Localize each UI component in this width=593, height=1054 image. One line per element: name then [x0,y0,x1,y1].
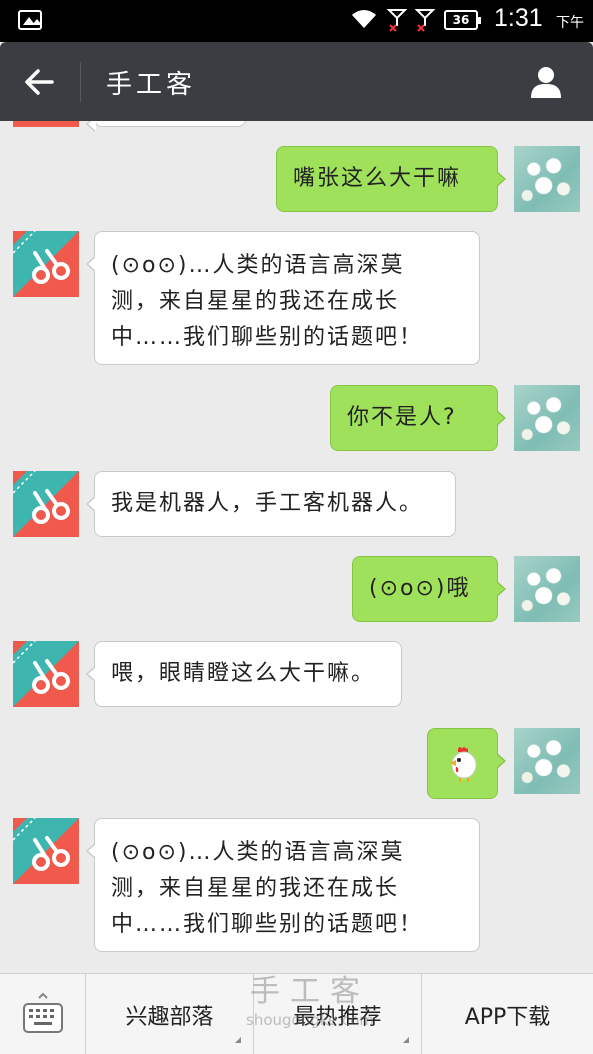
battery-icon: 36 [444,10,481,30]
chicken-emoji-icon [449,746,476,782]
signal-2-icon [414,9,436,32]
chat-area[interactable]: 嘴张这么大干嘛 (⊙o⊙)…人类的语言高深莫 测，来自星星的我还在成长 中……我… [0,121,593,973]
title-bar: 手工客 [0,42,593,121]
status-bar: 36 1:31 下午 [0,0,593,42]
menu-hot-recommend[interactable]: 最热推荐 [254,974,422,1054]
menu-label: 兴趣部落 [125,1004,214,1030]
bot-avatar[interactable] [13,641,79,707]
submenu-indicator-icon [235,1037,241,1043]
user-avatar[interactable] [514,728,580,794]
user-avatar[interactable] [514,556,580,622]
person-icon [531,67,561,98]
scissors-icon [13,231,79,297]
clock-ampm: 下午 [556,15,584,31]
arrow-left-icon [25,69,54,95]
message-bubble-sent [427,728,506,799]
message-bubble-received: (⊙o⊙)…人类的语言高深莫 测，来自星星的我还在成长 中……我们聊些别的话题吧… [86,231,480,365]
signal-1-icon [386,9,408,32]
message-line: 中……我们聊些别的话题吧！ [111,912,424,937]
user-avatar[interactable] [514,385,580,451]
message-bubble-sent: 你不是人? [330,385,506,451]
wifi-icon [352,10,376,28]
clock: 1:31 [494,4,543,32]
message-text: 你不是人? [347,405,457,430]
bot-avatar[interactable] [13,121,79,127]
submenu-indicator-icon [403,1037,409,1043]
scissors-icon [13,818,79,884]
back-button[interactable] [14,60,64,104]
bot-avatar[interactable] [13,471,79,537]
message-bubble-received: (⊙o⊙)…人类的语言高深莫 测，来自星星的我还在成长 中……我们聊些别的话题吧… [86,818,480,952]
message-line: (⊙o⊙)…人类的语言高深莫 [111,840,405,865]
keyboard-toggle-button[interactable] [0,974,86,1054]
message-line: 测，来自星星的我还在成长 [111,289,400,314]
message-bubble-sent: 嘴张这么大干嘛 [276,146,506,212]
message-text: 喂，眼睛瞪这么大干嘛。 [111,661,376,686]
page-title: 手工客 [106,70,197,100]
bottom-menu: 兴趣部落 最热推荐 APP下载 [0,973,593,1054]
message-line: 中……我们聊些别的话题吧！ [111,325,424,350]
bot-avatar[interactable] [13,231,79,297]
message-bubble-sent: (⊙o⊙)哦 [352,556,506,622]
message-text: (⊙o⊙)哦 [369,576,471,601]
message-line: (⊙o⊙)…人类的语言高深莫 [111,253,405,278]
profile-button[interactable] [524,62,568,102]
message-line: 测，来自星星的我还在成长 [111,876,400,901]
scissors-icon [13,471,79,537]
message-bubble-partial [86,121,246,132]
menu-label: APP下载 [464,1004,551,1030]
menu-label: 最热推荐 [293,1004,382,1030]
message-bubble-received: 我是机器人，手工客机器人。 [86,471,456,537]
title-divider [80,62,81,102]
message-bubble-received: 喂，眼睛瞪这么大干嘛。 [86,641,402,707]
keyboard-icon [22,992,63,1033]
message-text: 嘴张这么大干嘛 [293,166,462,191]
user-avatar[interactable] [514,146,580,212]
menu-interest-tribe[interactable]: 兴趣部落 [86,974,254,1054]
gallery-icon [18,10,42,30]
message-text: 我是机器人，手工客机器人。 [111,491,424,516]
scissors-icon [13,641,79,707]
menu-app-download[interactable]: APP下载 [422,974,593,1054]
battery-level: 36 [452,13,470,27]
bot-avatar[interactable] [13,818,79,884]
